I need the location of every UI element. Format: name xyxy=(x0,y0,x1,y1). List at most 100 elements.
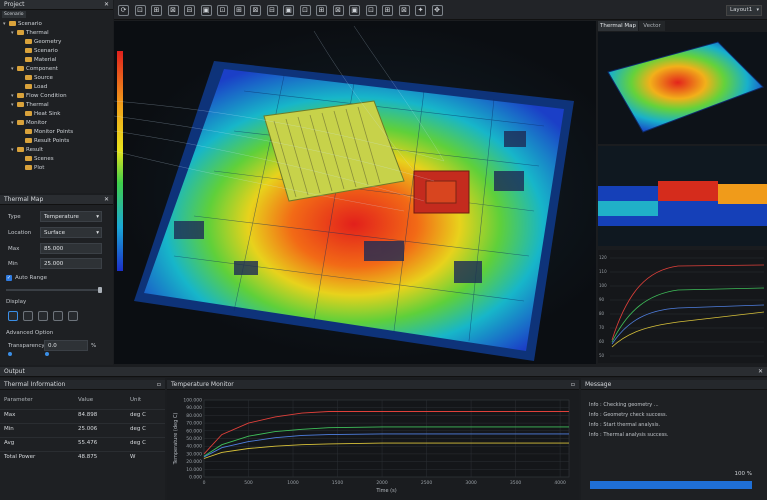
tree-item[interactable]: Source xyxy=(19,74,53,83)
toolbar-tool-icon[interactable]: ⊞ xyxy=(151,5,162,16)
tree-item-label: Flow Condition xyxy=(26,93,67,99)
display-mode-button[interactable] xyxy=(38,311,48,321)
range-slider[interactable] xyxy=(6,289,102,291)
location-label: Location xyxy=(8,230,32,236)
tree-item[interactable]: ▾ Thermal xyxy=(11,29,49,38)
message-line: Info : Thermal analysis success. xyxy=(589,432,669,438)
toolbar-tool-icon[interactable]: ▣ xyxy=(349,5,360,16)
layout-select[interactable]: Layout1 ▾ xyxy=(726,5,762,16)
folder-icon xyxy=(25,74,32,80)
toolbar-tool-icon[interactable]: ⊞ xyxy=(316,5,327,16)
close-icon[interactable]: ▫ xyxy=(571,380,575,390)
pcb-thermal-render xyxy=(114,25,574,361)
chevron-down-icon: ▾ xyxy=(96,214,99,220)
tree-item-label: Result xyxy=(26,147,43,153)
close-icon[interactable]: ✕ xyxy=(758,367,763,377)
transparency-slider-handle[interactable] xyxy=(8,352,12,356)
thermal-info-value: 48.875 xyxy=(78,454,98,460)
mini-chart-tick-label: 80 xyxy=(599,311,605,316)
toolbar-tool-icon[interactable]: ⊡ xyxy=(299,5,311,16)
tree-item[interactable]: Scenes xyxy=(19,155,54,164)
tab-vector[interactable]: Vector xyxy=(639,21,665,31)
tree-item[interactable]: Heat Sink xyxy=(19,110,61,119)
tree-item[interactable]: Material xyxy=(19,56,56,65)
thermal-info-value: 25.006 xyxy=(78,426,98,432)
toolbar-tool-icon[interactable]: ✦ xyxy=(415,5,426,16)
toolbar-tool-icon[interactable]: ✥ xyxy=(431,5,443,16)
thermal-info-name: Avg xyxy=(4,440,15,446)
folder-icon xyxy=(9,20,16,26)
folder-icon xyxy=(25,83,32,89)
min-input[interactable]: 25.000 xyxy=(40,258,102,269)
thermal-info-unit: deg C xyxy=(130,440,146,446)
folder-icon xyxy=(25,56,32,62)
type-select-value: Temperature xyxy=(44,214,79,220)
tab-thermal-map[interactable]: Thermal Map xyxy=(598,21,638,31)
auto-range-checkbox[interactable]: ✓ xyxy=(6,275,12,281)
display-mode-button[interactable] xyxy=(53,311,63,321)
temperature-monitor-header: Temperature Monitor ▫ xyxy=(167,380,579,390)
toolbar-tool-icon[interactable]: ▣ xyxy=(283,5,294,16)
toolbar-tool-icon[interactable]: ⊡ xyxy=(217,5,228,16)
close-icon[interactable]: ✕ xyxy=(104,0,109,10)
project-tab[interactable]: Scenario xyxy=(2,11,26,18)
tree-item[interactable]: ▾ Monitor xyxy=(11,119,47,128)
display-mode-button[interactable] xyxy=(23,311,33,321)
tree-item[interactable]: Monitor Points xyxy=(19,128,73,137)
transparency-input[interactable]: 0.0 xyxy=(44,340,88,351)
folder-icon xyxy=(17,101,24,107)
tree-item[interactable]: ▾ Flow Condition xyxy=(11,92,67,101)
toolbar-tool-icon[interactable]: ⊠ xyxy=(398,5,410,16)
viewport-3d[interactable] xyxy=(114,21,596,364)
thermal-info-unit: deg C xyxy=(130,412,146,418)
close-icon[interactable]: ▫ xyxy=(157,380,161,390)
location-select[interactable]: Surface ▾ xyxy=(40,227,102,238)
thermal-info-value: 55.476 xyxy=(78,440,98,446)
side-view-top[interactable] xyxy=(598,32,767,144)
tree-item-label: Scenario xyxy=(34,48,58,54)
toolbar-tool-icon[interactable]: ⊠ xyxy=(332,5,344,16)
toolbar-tool-icon[interactable]: ⟳ xyxy=(118,5,129,16)
project-title: Project xyxy=(4,1,25,8)
transparency-slider-handle[interactable] xyxy=(45,352,49,356)
message-line: Info : Start thermal analysis. xyxy=(589,422,661,428)
display-mode-button[interactable] xyxy=(8,311,18,321)
toolbar-tool-icon[interactable]: ⊠ xyxy=(250,5,261,16)
temperature-monitor-title: Temperature Monitor xyxy=(171,381,234,388)
toolbar-tool-icon[interactable]: ⊟ xyxy=(266,5,278,16)
type-select[interactable]: Temperature ▾ xyxy=(40,211,102,222)
folder-icon xyxy=(17,29,24,35)
x-tick-label: 0 xyxy=(203,480,206,486)
y-tick-label: 60.000 xyxy=(186,428,202,434)
close-icon[interactable]: ✕ xyxy=(104,195,109,205)
tree-item[interactable]: Scenario xyxy=(19,47,58,56)
toolbar-tool-icon[interactable]: ⊡ xyxy=(365,5,377,16)
chevron-down-icon: ▾ xyxy=(756,7,759,13)
tree-item[interactable]: ▾ Thermal xyxy=(11,101,49,110)
x-tick-label: 3000 xyxy=(465,480,477,486)
folder-icon xyxy=(25,137,32,143)
toolbar-tool-icon[interactable]: ▣ xyxy=(200,5,212,16)
mini-chart-tick-label: 70 xyxy=(599,325,605,330)
mini-chart-tick-label: 100 xyxy=(599,283,607,288)
toolbar-tool-icon[interactable]: ⊞ xyxy=(382,5,393,16)
tree-item[interactable]: ▾ Scenario xyxy=(3,20,42,29)
chevron-down-icon: ▾ xyxy=(96,230,99,236)
range-slider-handle[interactable] xyxy=(98,287,102,293)
tree-item[interactable]: ▾ Result xyxy=(11,146,43,155)
max-input[interactable]: 85.000 xyxy=(40,243,102,254)
side-view-middle[interactable] xyxy=(598,146,767,246)
type-label: Type xyxy=(8,214,21,220)
tree-item[interactable]: Geometry xyxy=(19,38,61,47)
display-mode-button[interactable] xyxy=(68,311,78,321)
y-tick-label: 80.000 xyxy=(186,413,202,419)
table-header: Value xyxy=(78,397,94,403)
tree-item[interactable]: ▾ Component xyxy=(11,65,58,74)
toolbar-tool-icon[interactable]: ⊟ xyxy=(184,5,195,16)
tree-item[interactable]: Result Points xyxy=(19,137,69,146)
toolbar-tool-icon[interactable]: ⊠ xyxy=(167,5,179,16)
tree-item[interactable]: Load xyxy=(19,83,47,92)
tree-item[interactable]: Plot xyxy=(19,164,44,173)
toolbar-tool-icon[interactable]: ⊞ xyxy=(233,5,245,16)
toolbar-tool-icon[interactable]: ⊡ xyxy=(134,5,146,16)
